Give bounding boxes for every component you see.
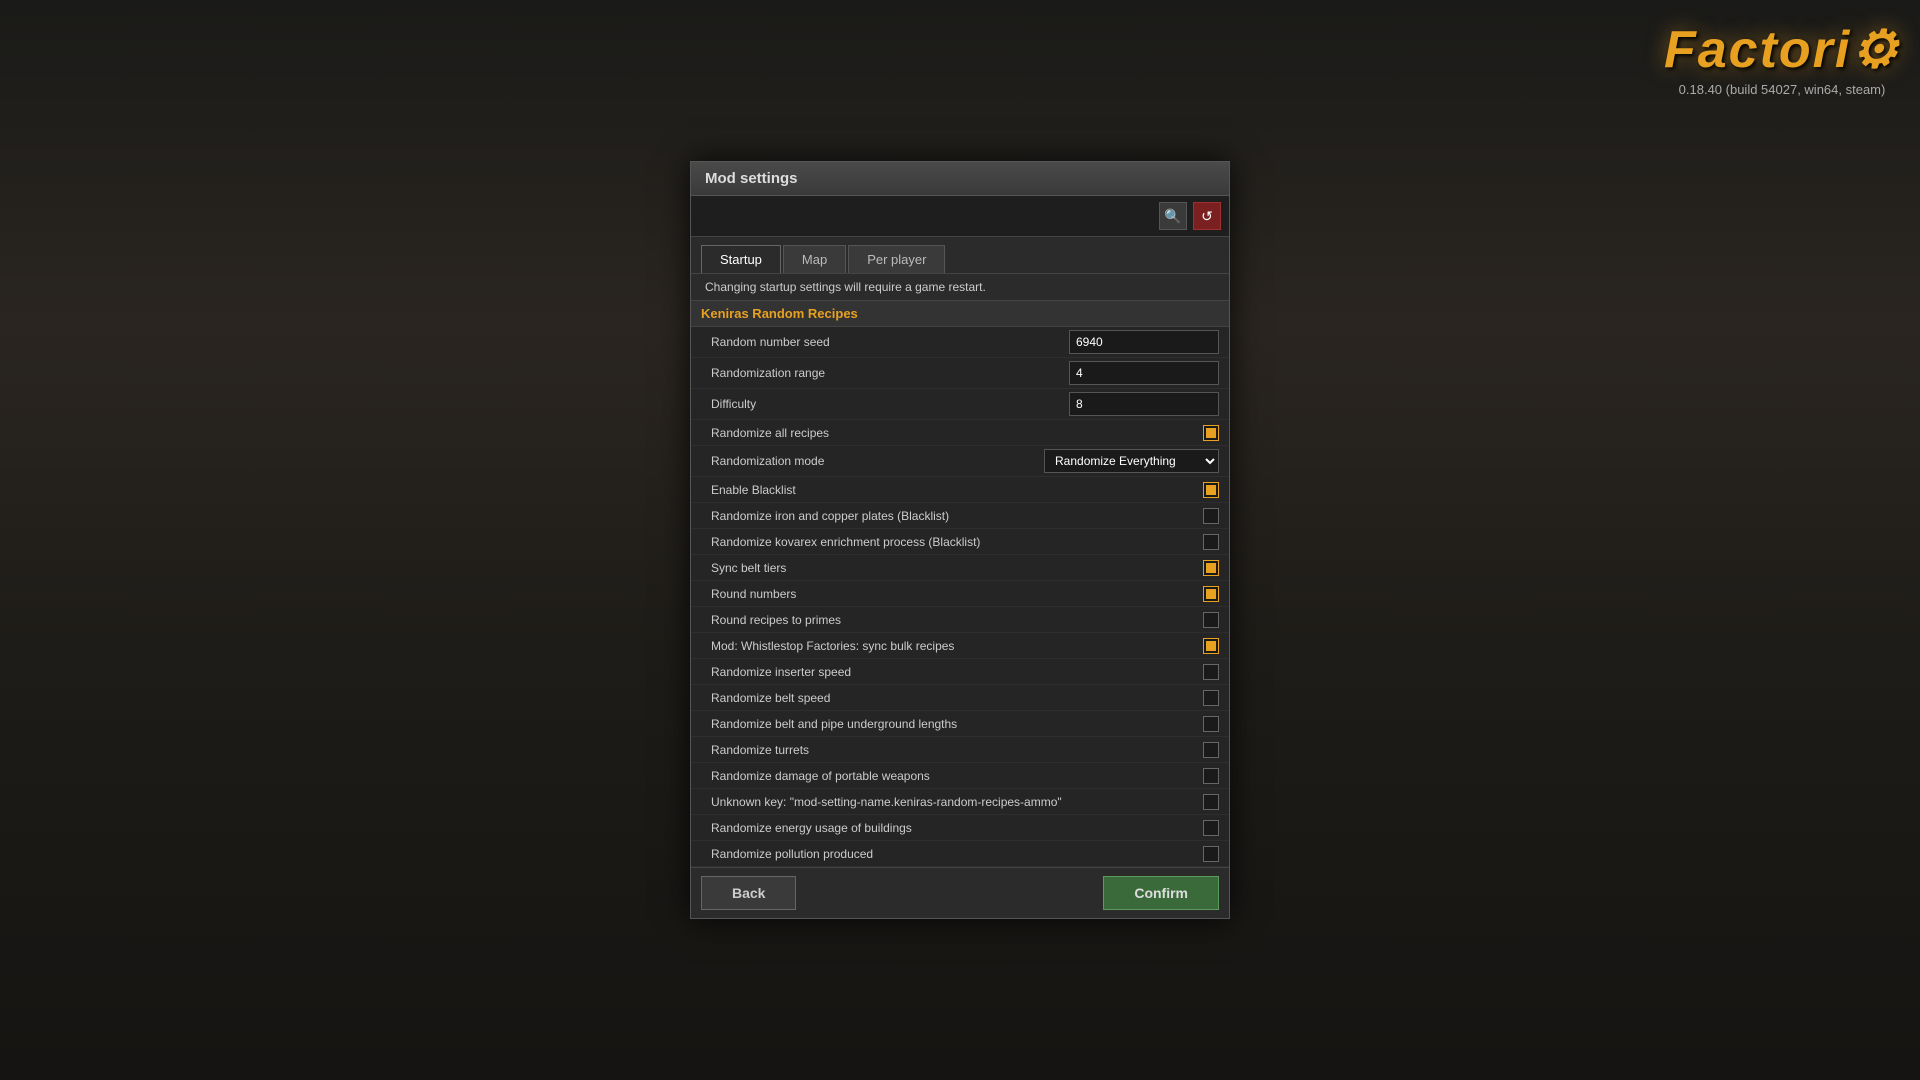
control-kovarex <box>1203 534 1219 550</box>
modal-content: Keniras Random Recipes Random number see… <box>691 301 1229 867</box>
confirm-button[interactable]: Confirm <box>1103 876 1219 910</box>
label-iron-copper: Randomize iron and copper plates (Blackl… <box>711 509 1203 523</box>
tabs-bar: Startup Map Per player <box>691 237 1229 274</box>
label-blacklist: Enable Blacklist <box>711 483 1203 497</box>
checkbox-belt-tiers[interactable] <box>1203 560 1219 576</box>
setting-row-whistlestop: Mod: Whistlestop Factories: sync bulk re… <box>691 633 1229 659</box>
label-whistlestop: Mod: Whistlestop Factories: sync bulk re… <box>711 639 1203 653</box>
checkbox-kovarex[interactable] <box>1203 534 1219 550</box>
input-seed[interactable] <box>1069 330 1219 354</box>
label-energy: Randomize energy usage of buildings <box>711 821 1203 835</box>
settings-list: Random number seed Randomization range D… <box>691 327 1229 867</box>
control-range <box>1069 361 1219 385</box>
select-mode[interactable]: Randomize Everything Randomize Some No R… <box>1044 449 1219 473</box>
checkbox-iron-copper[interactable] <box>1203 508 1219 524</box>
setting-row-portable: Randomize damage of portable weapons <box>691 763 1229 789</box>
modal-search-bar: 🔍 ↺ <box>691 196 1229 237</box>
setting-row-round-numbers: Round numbers <box>691 581 1229 607</box>
checkbox-energy[interactable] <box>1203 820 1219 836</box>
control-whistlestop <box>1203 638 1219 654</box>
checkbox-blacklist[interactable] <box>1203 482 1219 498</box>
control-iron-copper <box>1203 508 1219 524</box>
label-unknown: Unknown key: "mod-setting-name.keniras-r… <box>711 795 1203 809</box>
setting-row-seed: Random number seed <box>691 327 1229 358</box>
setting-row-unknown: Unknown key: "mod-setting-name.keniras-r… <box>691 789 1229 815</box>
control-unknown <box>1203 794 1219 810</box>
label-range: Randomization range <box>711 366 1069 380</box>
setting-row-underground: Randomize belt and pipe underground leng… <box>691 711 1229 737</box>
section-header: Keniras Random Recipes <box>691 301 1229 327</box>
setting-row-energy: Randomize energy usage of buildings <box>691 815 1229 841</box>
back-button[interactable]: Back <box>701 876 796 910</box>
label-seed: Random number seed <box>711 335 1069 349</box>
control-round-numbers <box>1203 586 1219 602</box>
modal-overlay: Mod settings 🔍 ↺ Startup Map Per player … <box>0 0 1920 1080</box>
control-underground <box>1203 716 1219 732</box>
label-belt-tiers: Sync belt tiers <box>711 561 1203 575</box>
mod-settings-modal: Mod settings 🔍 ↺ Startup Map Per player … <box>690 161 1230 919</box>
setting-row-difficulty: Difficulty <box>691 389 1229 420</box>
reset-button[interactable]: ↺ <box>1193 202 1221 230</box>
warning-bar: Changing startup settings will require a… <box>691 274 1229 301</box>
control-primes <box>1203 612 1219 628</box>
label-belt-speed: Randomize belt speed <box>711 691 1203 705</box>
checkbox-underground[interactable] <box>1203 716 1219 732</box>
setting-row-belt-speed: Randomize belt speed <box>691 685 1229 711</box>
modal-title-bar: Mod settings <box>691 162 1229 196</box>
input-range[interactable] <box>1069 361 1219 385</box>
checkbox-whistlestop[interactable] <box>1203 638 1219 654</box>
label-difficulty: Difficulty <box>711 397 1069 411</box>
label-primes: Round recipes to primes <box>711 613 1203 627</box>
setting-row-turrets: Randomize turrets <box>691 737 1229 763</box>
control-difficulty <box>1069 392 1219 416</box>
control-mode: Randomize Everything Randomize Some No R… <box>1044 449 1219 473</box>
setting-row-mode: Randomization mode Randomize Everything … <box>691 446 1229 477</box>
checkbox-pollution[interactable] <box>1203 846 1219 862</box>
control-turrets <box>1203 742 1219 758</box>
label-portable: Randomize damage of portable weapons <box>711 769 1203 783</box>
control-portable <box>1203 768 1219 784</box>
label-all-recipes: Randomize all recipes <box>711 426 1203 440</box>
checkbox-belt-speed[interactable] <box>1203 690 1219 706</box>
checkbox-primes[interactable] <box>1203 612 1219 628</box>
setting-row-primes: Round recipes to primes <box>691 607 1229 633</box>
label-round-numbers: Round numbers <box>711 587 1203 601</box>
label-pollution: Randomize pollution produced <box>711 847 1203 861</box>
control-seed <box>1069 330 1219 354</box>
setting-row-kovarex: Randomize kovarex enrichment process (Bl… <box>691 529 1229 555</box>
tab-map[interactable]: Map <box>783 245 846 273</box>
label-kovarex: Randomize kovarex enrichment process (Bl… <box>711 535 1203 549</box>
checkbox-all-recipes[interactable] <box>1203 425 1219 441</box>
control-pollution <box>1203 846 1219 862</box>
modal-title: Mod settings <box>705 170 798 187</box>
checkbox-unknown[interactable] <box>1203 794 1219 810</box>
setting-row-belt-tiers: Sync belt tiers <box>691 555 1229 581</box>
checkbox-turrets[interactable] <box>1203 742 1219 758</box>
control-belt-speed <box>1203 690 1219 706</box>
setting-row-pollution: Randomize pollution produced <box>691 841 1229 867</box>
setting-row-blacklist: Enable Blacklist <box>691 477 1229 503</box>
modal-footer: Back Confirm <box>691 867 1229 918</box>
tab-per-player[interactable]: Per player <box>848 245 945 273</box>
control-blacklist <box>1203 482 1219 498</box>
control-all-recipes <box>1203 425 1219 441</box>
search-button[interactable]: 🔍 <box>1159 202 1187 230</box>
label-turrets: Randomize turrets <box>711 743 1203 757</box>
control-inserter <box>1203 664 1219 680</box>
control-belt-tiers <box>1203 560 1219 576</box>
checkbox-inserter[interactable] <box>1203 664 1219 680</box>
checkbox-round-numbers[interactable] <box>1203 586 1219 602</box>
setting-row-range: Randomization range <box>691 358 1229 389</box>
control-energy <box>1203 820 1219 836</box>
input-difficulty[interactable] <box>1069 392 1219 416</box>
label-underground: Randomize belt and pipe underground leng… <box>711 717 1203 731</box>
checkbox-portable[interactable] <box>1203 768 1219 784</box>
label-mode: Randomization mode <box>711 454 1044 468</box>
tab-startup[interactable]: Startup <box>701 245 781 273</box>
setting-row-inserter: Randomize inserter speed <box>691 659 1229 685</box>
setting-row-iron-copper: Randomize iron and copper plates (Blackl… <box>691 503 1229 529</box>
setting-row-all-recipes: Randomize all recipes <box>691 420 1229 446</box>
label-inserter: Randomize inserter speed <box>711 665 1203 679</box>
